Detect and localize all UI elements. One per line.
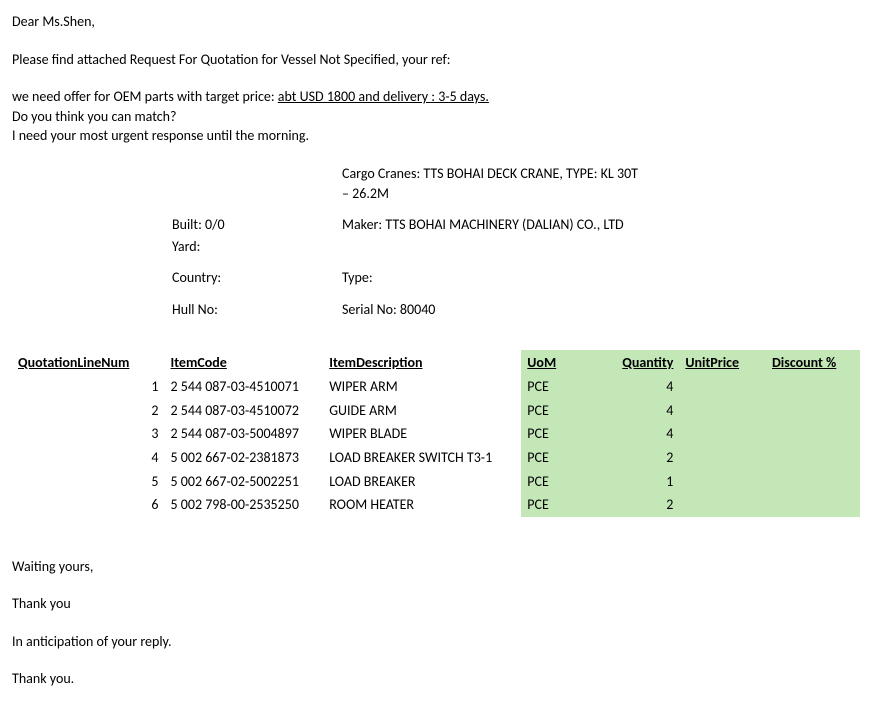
cell-qty: 4 (601, 422, 679, 446)
cell-discount (766, 422, 860, 446)
cell-discount (766, 493, 860, 517)
header-itemcode: ItemCode (165, 350, 324, 376)
closing-line2: Thank you (12, 594, 882, 614)
cell-unitprice (679, 446, 766, 470)
cell-itemdesc: WIPER ARM (323, 375, 521, 399)
cell-itemdesc: ROOM HEATER (323, 493, 521, 517)
cell-linenum: 6 (12, 493, 165, 517)
cell-linenum: 2 (12, 399, 165, 423)
cell-uom: PCE (521, 422, 601, 446)
cell-uom: PCE (521, 493, 601, 517)
header-linenum: QuotationLineNum (12, 350, 165, 376)
cell-itemcode: 2 544 087-03-5004897 (165, 422, 324, 446)
table-row: 5 5 002 667-02-5002251 LOAD BREAKER PCE … (12, 470, 860, 494)
spec-yard-label: Yard: (12, 237, 342, 257)
cell-uom: PCE (521, 470, 601, 494)
spec-type-label: Type: (342, 268, 642, 288)
cell-itemcode: 5 002 667-02-2381873 (165, 446, 324, 470)
spec-cargo-cranes: Cargo Cranes: TTS BOHAI DECK CRANE, TYPE… (342, 164, 642, 203)
cell-itemcode: 2 544 087-03-4510071 (165, 375, 324, 399)
table-header-row: QuotationLineNum ItemCode ItemDescriptio… (12, 350, 860, 376)
spec-country-label: Country: (12, 268, 342, 288)
table-row: 1 2 544 087-03-4510071 WIPER ARM PCE 4 (12, 375, 860, 399)
spec-built-label: Built: 0/0 (12, 215, 342, 235)
cell-linenum: 3 (12, 422, 165, 446)
header-itemdesc: ItemDescription (323, 350, 521, 376)
quotation-table: QuotationLineNum ItemCode ItemDescriptio… (12, 350, 860, 517)
cell-qty: 4 (601, 399, 679, 423)
table-row: 4 5 002 667-02-2381873 LOAD BREAKER SWIT… (12, 446, 860, 470)
body-line2: Do you think you can match? (12, 108, 177, 125)
cell-itemcode: 5 002 667-02-5002251 (165, 470, 324, 494)
header-qty: Quantity (601, 350, 679, 376)
header-uom: UoM (521, 350, 601, 376)
cell-itemdesc: LOAD BREAKER SWITCH T3-1 (323, 446, 521, 470)
greeting-line: Dear Ms.Shen, (12, 12, 882, 32)
table-row: 6 5 002 798-00-2535250 ROOM HEATER PCE 2 (12, 493, 860, 517)
cell-uom: PCE (521, 399, 601, 423)
header-discount: Discount % (766, 350, 860, 376)
table-row: 3 2 544 087-03-5004897 WIPER BLADE PCE 4 (12, 422, 860, 446)
cell-unitprice (679, 399, 766, 423)
spec-serial: Serial No: 80040 (342, 300, 642, 320)
closing-line4: Thank you. (12, 669, 882, 689)
spec-maker: Maker: TTS BOHAI MACHINERY (DALIAN) CO.,… (342, 215, 642, 235)
cell-itemdesc: LOAD BREAKER (323, 470, 521, 494)
cell-discount (766, 470, 860, 494)
cell-discount (766, 375, 860, 399)
cell-linenum: 5 (12, 470, 165, 494)
cell-qty: 2 (601, 446, 679, 470)
spec-block: . Cargo Cranes: TTS BOHAI DECK CRANE, TY… (12, 164, 882, 320)
cell-itemcode: 5 002 798-00-2535250 (165, 493, 324, 517)
cell-qty: 4 (601, 375, 679, 399)
cell-unitprice (679, 422, 766, 446)
cell-itemdesc: WIPER BLADE (323, 422, 521, 446)
cell-uom: PCE (521, 375, 601, 399)
closing-block: Waiting yours, Thank you In anticipation… (12, 557, 882, 689)
spec-hull-label: Hull No: (12, 300, 342, 320)
cell-unitprice (679, 493, 766, 517)
table-row: 2 2 544 087-03-4510072 GUIDE ARM PCE 4 (12, 399, 860, 423)
cell-itemdesc: GUIDE ARM (323, 399, 521, 423)
body-line1-pre: we need offer for OEM parts with target … (12, 88, 278, 105)
cell-discount (766, 446, 860, 470)
cell-discount (766, 399, 860, 423)
cell-linenum: 1 (12, 375, 165, 399)
closing-line1: Waiting yours, (12, 557, 882, 577)
cell-unitprice (679, 470, 766, 494)
closing-line3: In anticipation of your reply. (12, 632, 882, 652)
body-line1-underlined: abt USD 1800 and delivery : 3-5 days. (278, 88, 489, 105)
cell-qty: 2 (601, 493, 679, 517)
cell-unitprice (679, 375, 766, 399)
cell-linenum: 4 (12, 446, 165, 470)
cell-uom: PCE (521, 446, 601, 470)
body-line3: I need your most urgent response until t… (12, 127, 309, 144)
body-paragraph: we need offer for OEM parts with target … (12, 87, 882, 146)
cell-itemcode: 2 544 087-03-4510072 (165, 399, 324, 423)
header-unitprice: UnitPrice (679, 350, 766, 376)
intro-line: Please find attached Request For Quotati… (12, 50, 882, 70)
cell-qty: 1 (601, 470, 679, 494)
